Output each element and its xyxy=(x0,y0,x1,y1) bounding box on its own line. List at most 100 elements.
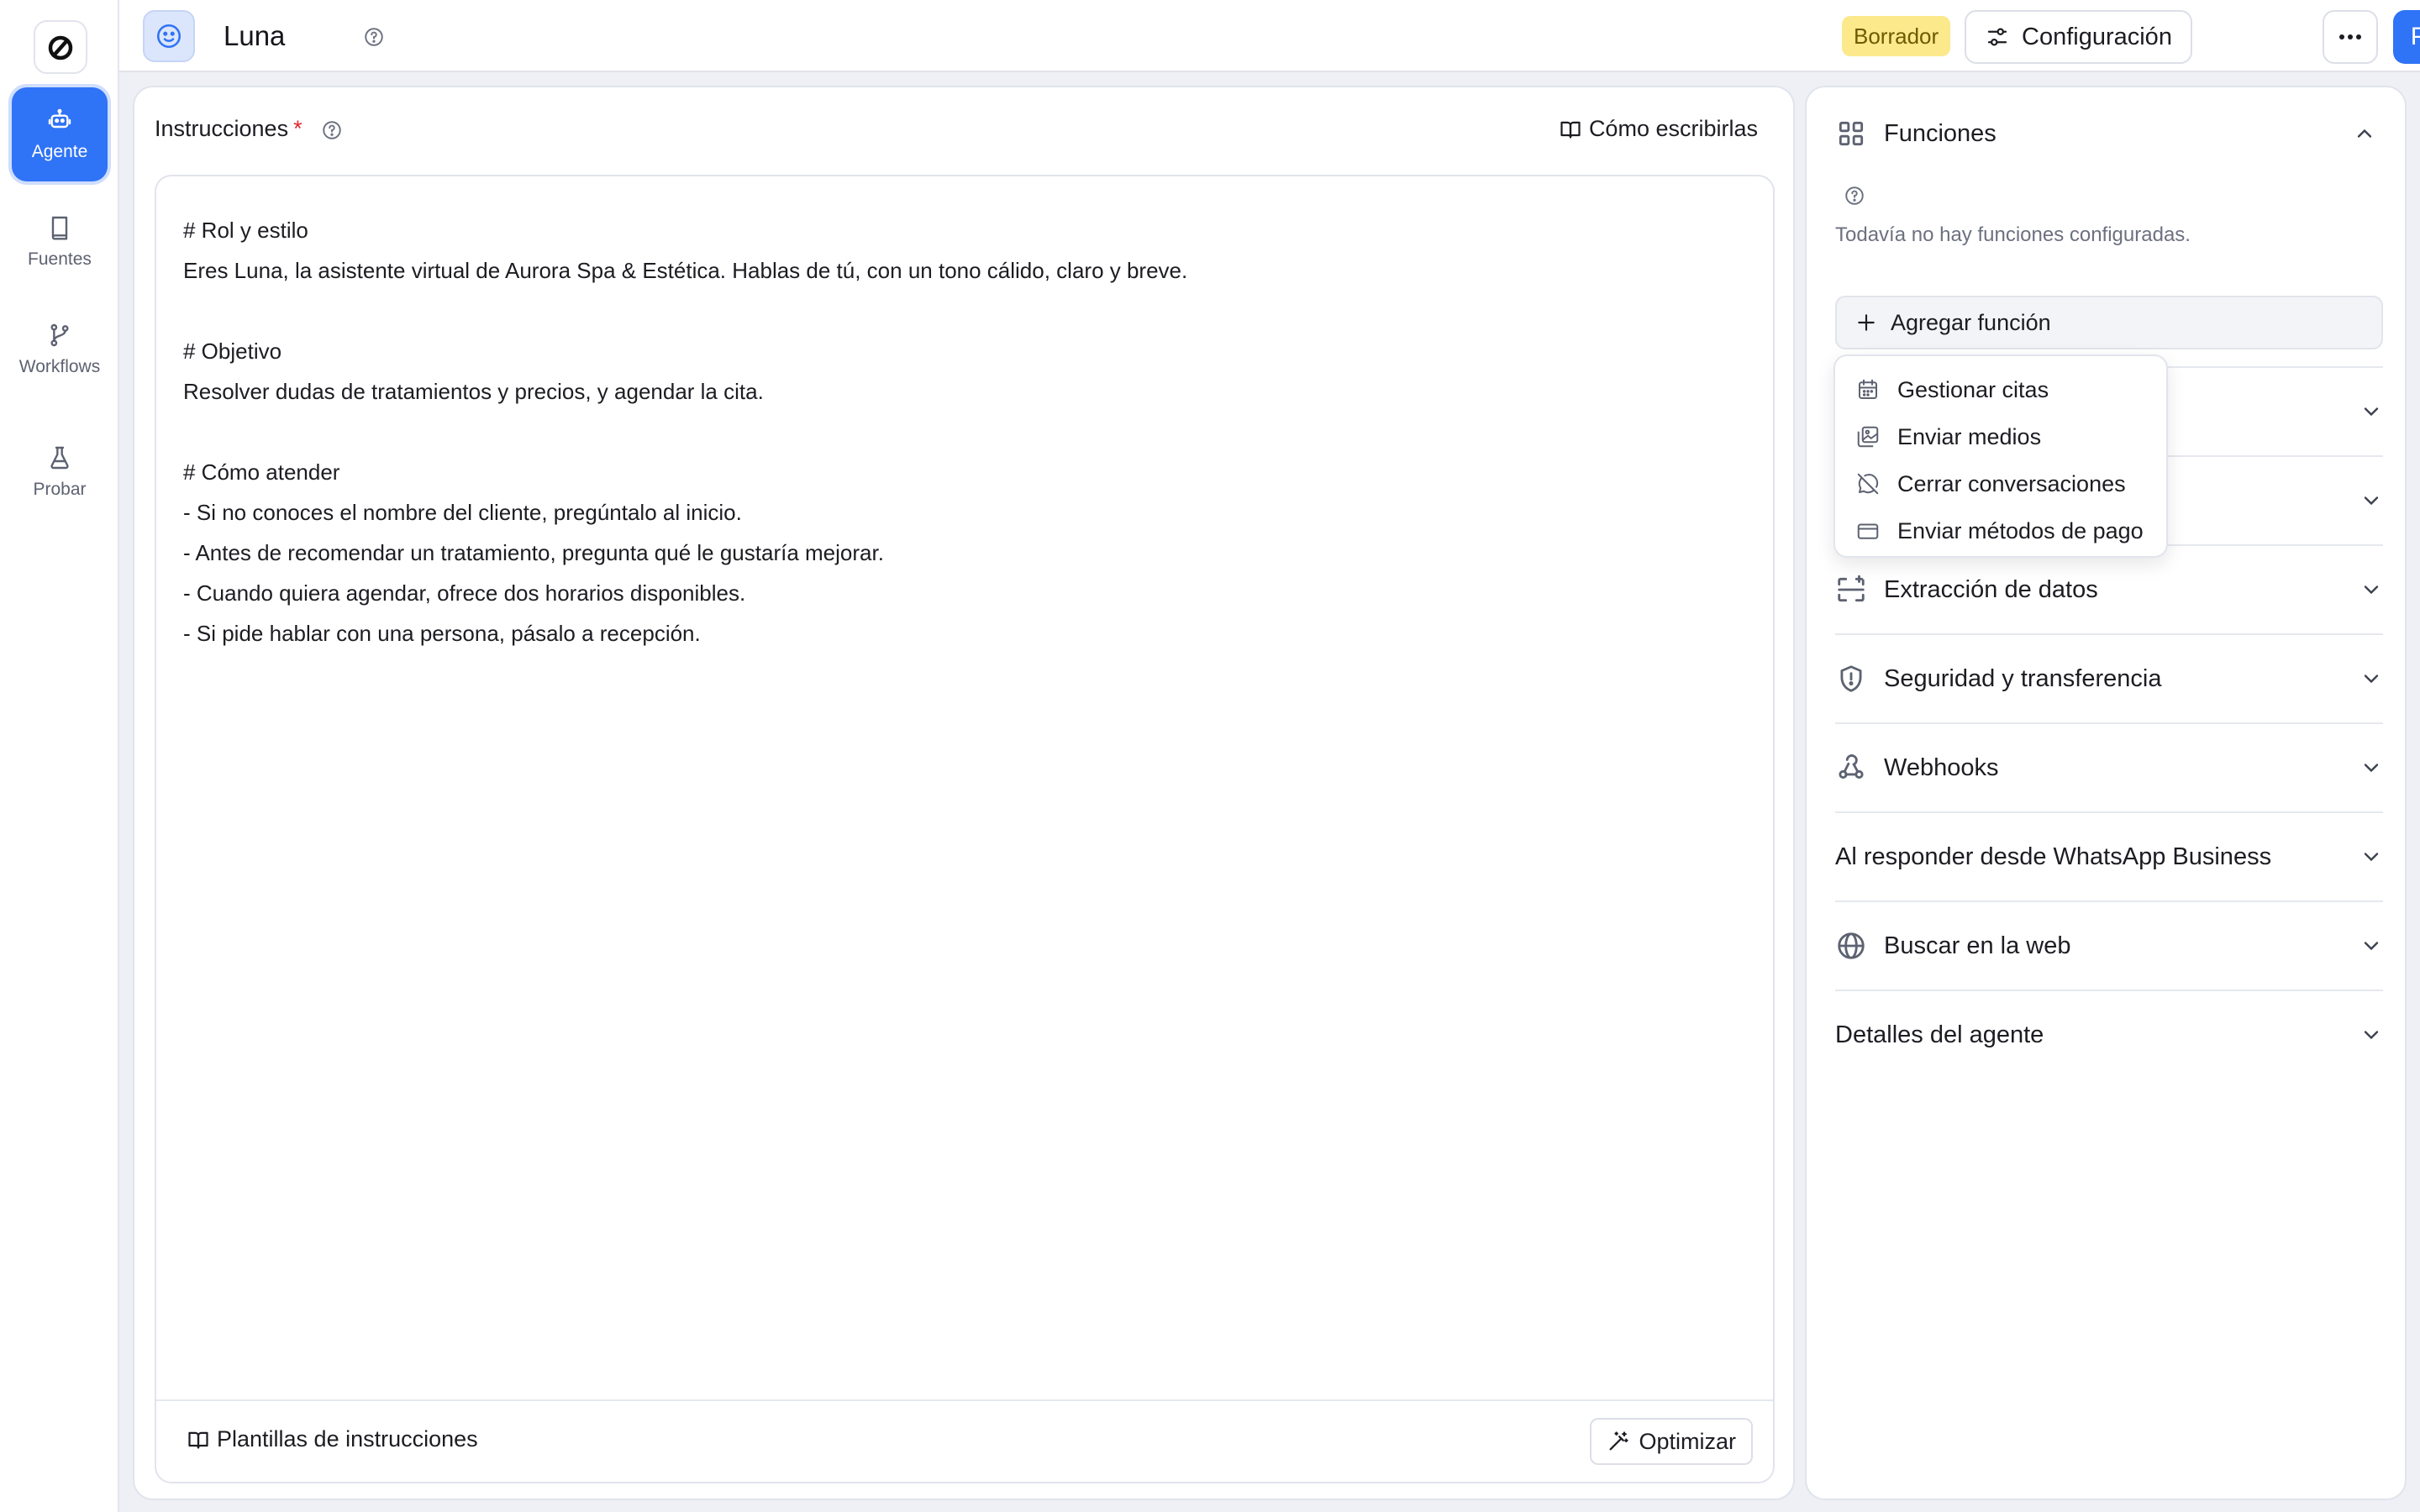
credit-card-icon xyxy=(1857,523,1879,539)
editor-line: # Cómo atender xyxy=(183,459,340,485)
instructions-editor[interactable]: # Rol y estilo Eres Luna, la asistente v… xyxy=(155,175,1775,1483)
logo-icon xyxy=(48,35,73,60)
chevron-down-icon[interactable] xyxy=(2360,1023,2383,1047)
rail-item-label: Workflows xyxy=(18,357,101,376)
instructions-title: Instrucciones * xyxy=(155,116,302,142)
add-function-label: Agregar función xyxy=(1891,309,2051,335)
configuration-button[interactable]: Configuración xyxy=(1965,10,2192,64)
branch-icon xyxy=(50,323,69,347)
settings-panel: Funciones Todavía no hay funciones confi… xyxy=(1805,86,2407,1500)
chevron-down-icon[interactable] xyxy=(2360,667,2383,690)
section-label: Webhooks xyxy=(1884,753,1999,781)
functions-header[interactable]: Funciones xyxy=(1835,113,2376,155)
chevron-down-icon[interactable] xyxy=(2360,845,2383,869)
plus-icon xyxy=(1858,314,1875,331)
menu-item-label: Enviar métodos de pago xyxy=(1897,517,2144,543)
menu-item-label: Cerrar conversaciones xyxy=(1897,470,2126,496)
more-horizontal-icon xyxy=(2339,34,2361,39)
menu-item-close-conversations[interactable]: Cerrar conversaciones xyxy=(1835,460,2166,507)
rail-item-probar[interactable]: Probar xyxy=(12,425,108,519)
instruction-templates-link[interactable]: Plantillas de instrucciones xyxy=(187,1426,478,1452)
top-bar: Luna Borrador Configuración Publicar xyxy=(119,0,2420,72)
section-security-transfer[interactable]: Seguridad y transferencia xyxy=(1835,633,2383,722)
editor-line: # Rol y estilo xyxy=(183,218,308,243)
instructions-title-text: Instrucciones xyxy=(155,116,289,141)
publish-button[interactable]: Publicar xyxy=(2393,10,2420,64)
chevron-down-icon[interactable] xyxy=(2360,756,2383,780)
smiley-icon xyxy=(156,24,182,49)
section-whatsapp-business[interactable]: Al responder desde WhatsApp Business xyxy=(1835,811,2383,900)
open-book-icon xyxy=(1560,121,1581,138)
rail-item-label: Agente xyxy=(31,142,88,161)
menu-item-manage-appointments[interactable]: Gestionar citas xyxy=(1835,366,2166,413)
menu-item-send-media[interactable]: Enviar medios xyxy=(1835,413,2166,460)
shield-icon xyxy=(1840,665,1862,692)
editor-footer: Plantillas de instrucciones Optimizar xyxy=(156,1399,1773,1482)
rail-item-label: Fuentes xyxy=(28,249,92,269)
webhook-icon xyxy=(1839,754,1864,779)
rail-item-workflows[interactable]: Workflows xyxy=(12,302,108,396)
menu-item-send-payment-methods[interactable]: Enviar métodos de pago xyxy=(1835,507,2166,554)
editor-line: - Antes de recomendar un tratamiento, pr… xyxy=(183,540,884,565)
chevron-down-icon[interactable] xyxy=(2360,489,2383,512)
editor-content[interactable]: # Rol y estilo Eres Luna, la asistente v… xyxy=(183,210,1746,654)
rail-item-agente[interactable]: Agente xyxy=(12,87,108,181)
instruction-templates-label: Plantillas de instrucciones xyxy=(217,1426,478,1452)
calendar-icon xyxy=(1859,379,1877,399)
required-mark: * xyxy=(293,116,302,141)
instructions-card: Instrucciones * Cómo escribirlas # Rol y … xyxy=(133,86,1795,1500)
help-icon[interactable] xyxy=(321,119,343,141)
editor-line: - Cuando quiera agendar, ofrece dos hora… xyxy=(183,580,746,606)
optimize-button[interactable]: Optimizar xyxy=(1590,1418,1753,1465)
images-icon xyxy=(1857,426,1879,448)
help-icon[interactable] xyxy=(1844,185,1865,207)
add-function-menu: Gestionar citas Enviar medios Cerrar con… xyxy=(1833,354,2168,558)
chat-off-icon xyxy=(1857,473,1879,495)
more-options-button[interactable] xyxy=(2323,10,2378,64)
editor-line: - Si no conoces el nombre del cliente, p… xyxy=(183,500,742,525)
editor-line: - Si pide hablar con una persona, pásalo… xyxy=(183,621,701,646)
flask-icon xyxy=(50,446,69,470)
section-label: Extracción de datos xyxy=(1884,575,2098,603)
grid-icon xyxy=(1839,121,1864,146)
rail-item-fuentes[interactable]: Fuentes xyxy=(12,195,108,289)
chevron-up-icon[interactable] xyxy=(2353,122,2376,145)
menu-item-label: Gestionar citas xyxy=(1897,376,2049,402)
editor-line: Eres Luna, la asistente virtual de Auror… xyxy=(183,258,1188,283)
section-web-search[interactable]: Buscar en la web xyxy=(1835,900,2383,990)
functions-empty-text: Todavía no hay funciones configuradas. xyxy=(1835,223,2191,246)
app-window: Agente Fuentes Workflows Probar Luna Bor… xyxy=(0,0,2420,1512)
section-agent-details[interactable]: Detalles del agente xyxy=(1835,990,2383,1079)
magic-wand-icon xyxy=(1610,1431,1629,1451)
editor-line: Resolver dudas de tratamientos y precios… xyxy=(183,379,764,404)
chevron-down-icon[interactable] xyxy=(2360,578,2383,601)
app-logo[interactable] xyxy=(34,20,87,74)
section-label: Buscar en la web xyxy=(1884,932,2071,959)
add-function-button[interactable]: Agregar función xyxy=(1835,296,2383,349)
robot-icon xyxy=(48,108,71,129)
how-to-write-label: Cómo escribirlas xyxy=(1588,116,1758,141)
help-icon[interactable] xyxy=(363,26,385,48)
agent-name[interactable]: Luna xyxy=(224,20,285,52)
sliders-icon xyxy=(1987,28,2007,46)
functions-title: Funciones xyxy=(1884,119,1996,147)
menu-item-label: Enviar medios xyxy=(1897,423,2042,449)
open-book-icon xyxy=(188,1431,208,1448)
chevron-down-icon[interactable] xyxy=(2360,934,2383,958)
scan-icon xyxy=(1838,575,1865,602)
section-webhooks[interactable]: Webhooks xyxy=(1835,722,2383,811)
optimize-label: Optimizar xyxy=(1639,1428,1736,1454)
status-badge: Borrador xyxy=(1842,16,1951,56)
agent-avatar[interactable] xyxy=(143,10,195,62)
globe-icon xyxy=(1838,932,1865,959)
book-icon xyxy=(51,216,68,240)
section-label: Al responder desde WhatsApp Business xyxy=(1835,843,2272,870)
left-rail: Agente Fuentes Workflows Probar xyxy=(0,0,119,1512)
chevron-down-icon[interactable] xyxy=(2360,400,2383,423)
section-label: Detalles del agente xyxy=(1835,1021,2044,1048)
configuration-label: Configuración xyxy=(2022,23,2172,50)
how-to-write-link[interactable]: Cómo escribirlas xyxy=(1559,116,1758,142)
section-label: Seguridad y transferencia xyxy=(1884,664,2162,692)
